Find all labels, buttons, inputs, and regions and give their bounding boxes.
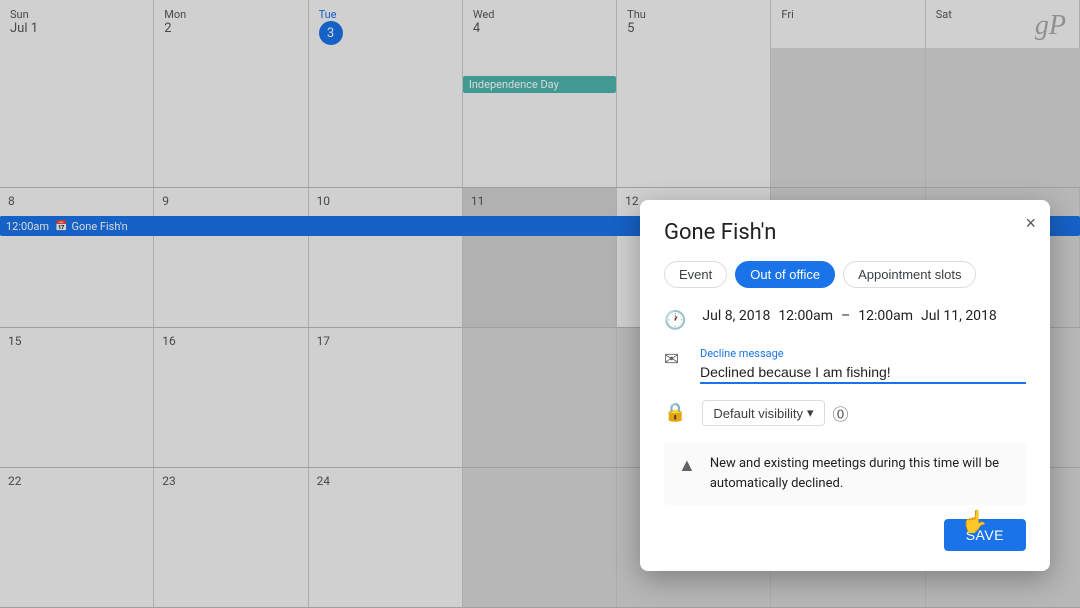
date-start: Jul 8, 2018 [702, 308, 770, 324]
date-end: Jul 11, 2018 [921, 308, 997, 324]
time-start: 12:00am [778, 308, 833, 324]
decline-input[interactable] [700, 362, 1026, 384]
visibility-row: Default visibility ▾ ⓪ [702, 400, 1026, 426]
chevron-down-icon: ▾ [807, 405, 814, 421]
decline-content: Decline message [700, 347, 1026, 384]
visibility-content: Default visibility ▾ ⓪ [702, 400, 1026, 426]
time-end: 12:00am [858, 308, 913, 324]
warning-icon: ▲ [678, 455, 696, 476]
modal-footer: SAVE [664, 519, 1026, 551]
clock-icon: 🕐 [664, 310, 686, 331]
save-button[interactable]: SAVE [944, 519, 1026, 551]
visibility-label: Default visibility [713, 406, 803, 421]
date-range: Jul 8, 2018 12:00am – 12:00am Jul 11, 20… [702, 308, 1026, 324]
email-icon: ✉ [664, 349, 684, 370]
datetime-content: Jul 8, 2018 12:00am – 12:00am Jul 11, 20… [702, 308, 1026, 324]
decline-label: Decline message [700, 347, 1026, 360]
modal-overlay: × Gone Fish'n Event Out of office Appoin… [0, 0, 1080, 608]
modal: × Gone Fish'n Event Out of office Appoin… [640, 200, 1050, 571]
calendar-wrap: gP Sun Jul 1 Mon 2 Tue 3 Wed 4 Thu 5 Fri… [0, 0, 1080, 608]
visibility-button[interactable]: Default visibility ▾ [702, 400, 824, 426]
close-button[interactable]: × [1025, 214, 1036, 232]
decline-row: ✉ Decline message [664, 347, 1026, 384]
tab-appointment-slots[interactable]: Appointment slots [843, 261, 976, 288]
warning-row: ▲ New and existing meetings during this … [664, 442, 1026, 505]
tab-event[interactable]: Event [664, 261, 727, 288]
lock-icon: 🔒 [664, 402, 686, 423]
modal-tabs: Event Out of office Appointment slots [664, 261, 1026, 288]
visibility-row-wrap: 🔒 Default visibility ▾ ⓪ [664, 400, 1026, 426]
modal-title: Gone Fish'n [664, 220, 1026, 245]
warning-text: New and existing meetings during this ti… [710, 454, 1012, 493]
date-dash: – [841, 308, 850, 324]
tab-out-of-office[interactable]: Out of office [735, 261, 835, 288]
datetime-row: 🕐 Jul 8, 2018 12:00am – 12:00am Jul 11, … [664, 308, 1026, 331]
help-icon[interactable]: ⓪ [833, 401, 849, 425]
